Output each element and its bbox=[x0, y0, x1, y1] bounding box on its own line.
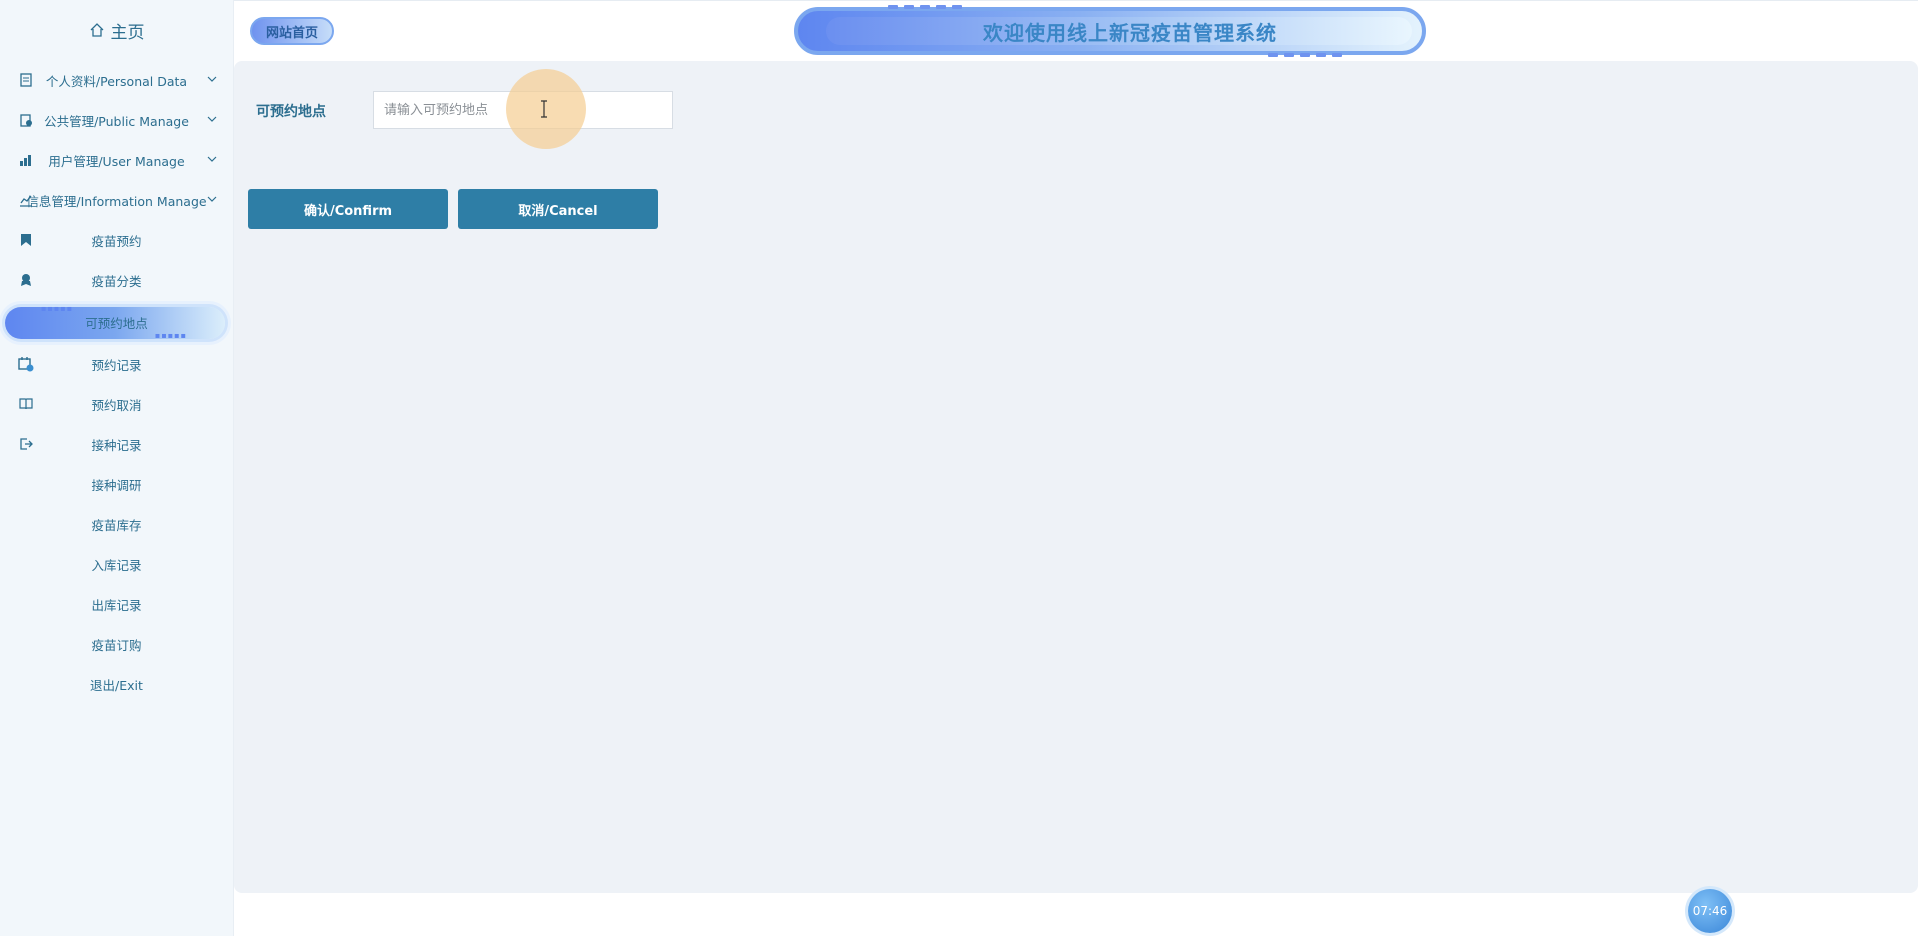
sidebar-item-label: 可预约地点 bbox=[85, 315, 148, 331]
sidebar-item-label: 预约记录 bbox=[91, 357, 142, 373]
sidebar-item-vaccine-orders[interactable]: 疫苗订购 bbox=[0, 624, 233, 664]
menu-group-public-manage[interactable]: 公共管理/Public Manage bbox=[0, 100, 233, 140]
confirm-button[interactable]: 确认/Confirm bbox=[248, 189, 448, 229]
dash-decoration bbox=[1332, 53, 1342, 57]
sidebar-item-label: 疫苗订购 bbox=[91, 637, 142, 653]
menu-group-label: 个人资料/Personal Data bbox=[45, 73, 188, 89]
menu-group-information-manage[interactable]: 信息管理/Information Manage bbox=[0, 180, 233, 220]
home-label: 主页 bbox=[110, 22, 145, 43]
dash-decoration bbox=[920, 5, 930, 9]
sidebar-item-label: 疫苗分类 bbox=[91, 273, 142, 289]
sidebar-item-vaccination-records[interactable]: 接种记录 bbox=[0, 424, 233, 464]
sidebar-item-exit[interactable]: 退出/Exit bbox=[0, 664, 233, 704]
sidebar: 主页 个人资料/Personal Data 公共管理/Public Manage… bbox=[0, 0, 234, 936]
dash-decoration bbox=[936, 5, 946, 9]
sidebar-item-label: 疫苗库存 bbox=[91, 517, 142, 533]
sidebar-item-appointment-cancel[interactable]: 预约取消 bbox=[0, 384, 233, 424]
home-icon bbox=[90, 23, 103, 37]
menu-group-personal-data[interactable]: 个人资料/Personal Data bbox=[0, 60, 233, 100]
sidebar-item-label: 出库记录 bbox=[91, 597, 142, 613]
location-label: 可预约地点 bbox=[256, 104, 326, 120]
home-link[interactable]: 主页 bbox=[0, 0, 233, 60]
sidebar-item-label: 预约取消 bbox=[91, 397, 142, 413]
sidebar-item-label: 接种调研 bbox=[91, 477, 142, 493]
text-cursor-icon bbox=[541, 100, 547, 118]
chevron-down-icon bbox=[207, 116, 217, 122]
sidebar-item-vaccine-inventory[interactable]: 疫苗库存 bbox=[0, 504, 233, 544]
dots-decoration: ▪▪▪▪▪ bbox=[154, 331, 187, 340]
dash-decoration bbox=[1300, 53, 1310, 57]
sidebar-item-label: 入库记录 bbox=[91, 557, 142, 573]
main-content: 可预约地点 确认/Confirm 取消/Cancel bbox=[234, 61, 1918, 893]
sidebar-item-vaccine-appointment[interactable]: 疫苗预约 bbox=[0, 220, 233, 260]
clock-time: 07:46 bbox=[1692, 904, 1728, 918]
sidebar-item-label: 退出/Exit bbox=[90, 677, 143, 693]
menu-group-label: 用户管理/User Manage bbox=[48, 153, 185, 169]
menu-group-label: 公共管理/Public Manage bbox=[44, 113, 189, 129]
dash-decoration bbox=[1284, 53, 1294, 57]
sidebar-item-stock-out-records[interactable]: 出库记录 bbox=[0, 584, 233, 624]
sidebar-item-stock-in-records[interactable]: 入库记录 bbox=[0, 544, 233, 584]
page-title: 欢迎使用线上新冠疫苗管理系统 bbox=[983, 20, 1277, 45]
chevron-down-icon bbox=[207, 196, 217, 202]
sidebar-item-appointment-records[interactable]: 预约记录 bbox=[0, 344, 233, 384]
sidebar-item-label: 接种记录 bbox=[91, 437, 142, 453]
dash-decoration bbox=[1268, 53, 1278, 57]
sidebar-menu: 个人资料/Personal Data 公共管理/Public Manage 用户… bbox=[0, 60, 233, 704]
site-home-label: 网站首页 bbox=[265, 25, 318, 41]
cancel-button[interactable]: 取消/Cancel bbox=[458, 189, 658, 229]
sidebar-item-available-locations[interactable]: ▪▪▪▪▪ ▪▪▪▪▪ 可预约地点 bbox=[0, 300, 233, 344]
chevron-down-icon bbox=[207, 76, 217, 82]
top-header: 网站首页 欢迎使用线上新冠疫苗管理系统 bbox=[234, 0, 1918, 61]
title-banner: 欢迎使用线上新冠疫苗管理系统 bbox=[794, 5, 1426, 57]
sidebar-item-label: 疫苗预约 bbox=[91, 233, 142, 249]
dash-decoration bbox=[888, 5, 898, 9]
clock-widget: 07:46 bbox=[1688, 889, 1732, 933]
sidebar-item-vaccine-category[interactable]: 疫苗分类 bbox=[0, 260, 233, 300]
menu-group-user-manage[interactable]: 用户管理/User Manage bbox=[0, 140, 233, 180]
dash-decoration bbox=[1316, 53, 1326, 57]
dash-decoration bbox=[904, 5, 914, 9]
dash-decoration bbox=[952, 5, 962, 9]
menu-group-label: 信息管理/Information Manage bbox=[26, 193, 207, 209]
site-home-button[interactable]: 网站首页 bbox=[250, 17, 334, 45]
sidebar-item-vaccination-survey[interactable]: 接种调研 bbox=[0, 464, 233, 504]
chevron-down-icon bbox=[207, 156, 217, 162]
